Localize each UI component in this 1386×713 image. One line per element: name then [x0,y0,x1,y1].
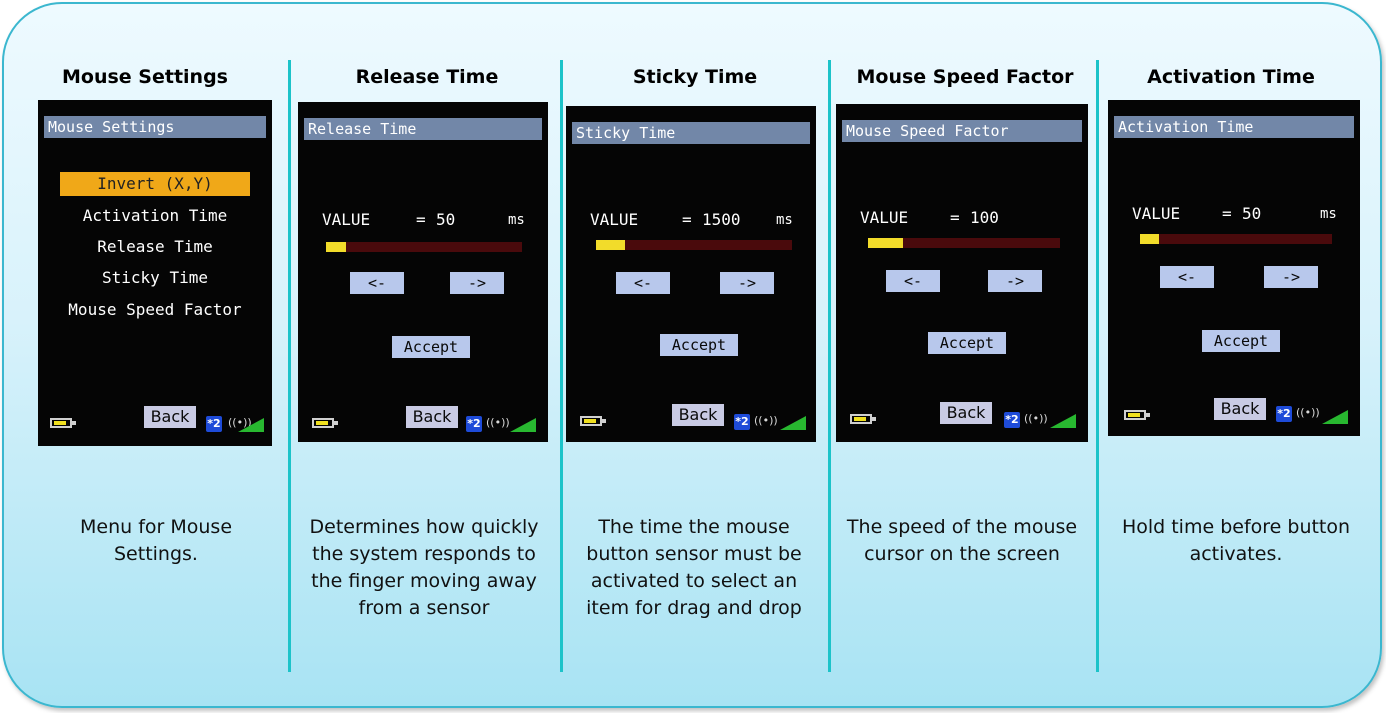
battery-icon [312,418,338,428]
column-heading-mouse-speed-factor: Mouse Speed Factor [856,66,1074,88]
value-unit: ms [508,212,525,228]
screen-title: Mouse Speed Factor [842,120,1082,142]
device-screen-sticky-time: Sticky Time VALUE = 1500 ms <- -> Accept… [566,106,816,442]
decrease-button[interactable]: <- [1160,266,1214,288]
value-equals: = [1222,204,1232,223]
value-slider-fill [868,238,903,248]
description-mouse-speed-factor: The speed of the mouse cursor on the scr… [846,516,1078,565]
battery-icon [580,416,606,426]
screen-title: Release Time [304,118,542,140]
accept-button[interactable]: Accept [928,332,1006,354]
menu-item-release-time[interactable]: Release Time [38,235,272,259]
value-slider-fill [1140,234,1160,244]
device-screen-activation-time: Activation Time VALUE = 50 ms <- -> Acce… [1108,100,1360,436]
value-number: 100 [970,208,999,227]
value-slider[interactable] [596,240,792,250]
bluetooth-icon: *2 [734,414,750,430]
column-heading-activation-time: Activation Time [1147,66,1315,88]
bluetooth-icon: *2 [466,416,482,432]
value-equals: = [682,210,692,229]
column-divider [560,60,563,672]
value-label: VALUE [322,210,371,229]
description-activation-time: Hold time before button activates. [1121,516,1351,565]
back-button[interactable]: Back [144,406,196,428]
signal-strength-icon [238,418,264,432]
column-divider [1096,60,1099,672]
signal-strength-icon [1050,414,1076,428]
description-sticky-time: The time the mouse button sensor must be… [586,516,802,619]
value-label: VALUE [1132,204,1181,223]
accept-button[interactable]: Accept [1202,330,1280,352]
value-number: 1500 [702,210,741,229]
value-number: 50 [1242,204,1262,223]
screen-title: Mouse Settings [44,116,266,138]
device-screen-mouse-settings: Mouse Settings Invert (X,Y) Activation T… [38,100,272,446]
value-slider-fill [326,242,346,252]
column-heading-release-time: Release Time [355,66,499,88]
value-slider[interactable] [326,242,522,252]
value-label: VALUE [590,210,639,229]
column-divider [828,60,831,672]
back-button[interactable]: Back [940,402,992,424]
menu-item-invert[interactable]: Invert (X,Y) [60,172,250,196]
decrease-button[interactable]: <- [350,272,404,294]
screen-title: Activation Time [1114,116,1354,138]
column-heading-mouse-settings: Mouse Settings [62,66,228,88]
signal-strength-icon [780,416,806,430]
increase-button[interactable]: -> [1264,266,1318,288]
signal-strength-icon [510,418,536,432]
description-release-time: Determines how quickly the system respon… [309,516,539,619]
value-equals: = [416,210,426,229]
screen-title: Sticky Time [572,122,810,144]
wireless-icon: ((•)) [1296,406,1320,419]
increase-button[interactable]: -> [720,272,774,294]
wireless-icon: ((•)) [754,414,778,427]
bluetooth-icon: *2 [1004,412,1020,428]
value-slider[interactable] [868,238,1060,248]
increase-button[interactable]: -> [988,270,1042,292]
battery-icon [50,418,76,428]
accept-button[interactable]: Accept [660,334,738,356]
back-button[interactable]: Back [672,404,724,426]
menu-item-activation-time[interactable]: Activation Time [38,204,272,228]
value-equals: = [950,208,960,227]
description-mouse-settings: Menu for Mouse Settings. [79,516,233,565]
value-unit: ms [776,212,793,228]
value-slider-fill [596,240,626,250]
device-screen-release-time: Release Time VALUE = 50 ms <- -> Accept … [298,102,548,442]
increase-button[interactable]: -> [450,272,504,294]
bluetooth-icon: *2 [1276,406,1292,422]
battery-icon [1124,410,1150,420]
signal-strength-icon [1322,410,1348,424]
back-button[interactable]: Back [1214,398,1266,420]
device-screen-mouse-speed-factor: Mouse Speed Factor VALUE = 100 <- -> Acc… [836,104,1088,442]
column-divider [288,60,291,672]
value-unit: ms [1320,206,1337,222]
bluetooth-icon: *2 [206,416,222,432]
menu-item-mouse-speed-factor[interactable]: Mouse Speed Factor [38,298,272,322]
value-number: 50 [436,210,456,229]
menu-item-sticky-time[interactable]: Sticky Time [38,266,272,290]
info-panel: Mouse Settings Mouse Settings Invert (X,… [2,2,1382,708]
column-heading-sticky-time: Sticky Time [632,66,758,88]
decrease-button[interactable]: <- [616,272,670,294]
accept-button[interactable]: Accept [392,336,470,358]
wireless-icon: ((•)) [486,416,510,429]
battery-icon [850,414,876,424]
value-label: VALUE [860,208,909,227]
decrease-button[interactable]: <- [886,270,940,292]
back-button[interactable]: Back [406,406,458,428]
value-slider[interactable] [1140,234,1332,244]
wireless-icon: ((•)) [1024,412,1048,425]
